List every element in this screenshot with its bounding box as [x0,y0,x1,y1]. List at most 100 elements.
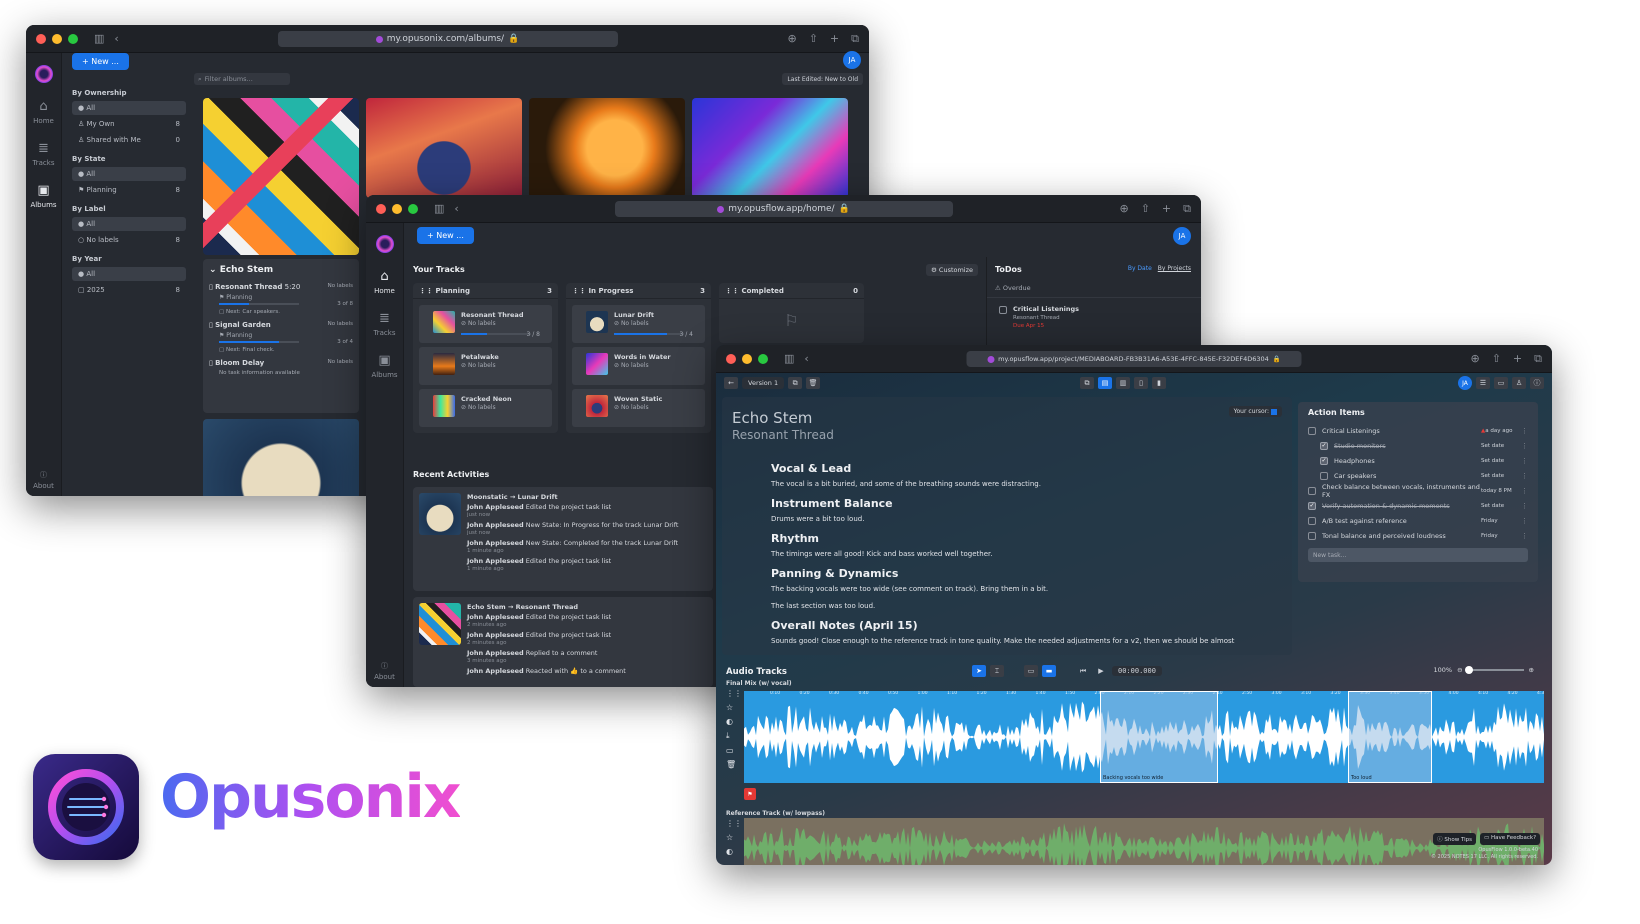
waveform-reference[interactable] [744,818,1544,865]
document-view-icon[interactable]: ▯ [1134,377,1148,389]
address-bar[interactable]: my.opusflow.app/home/🔒 [614,201,953,217]
sidebar-toggle-icon[interactable]: ▥ [94,32,104,45]
action-item-date[interactable]: Set date [1481,443,1521,449]
rail-albums[interactable]: ▣ Albums [371,353,397,379]
notes-editor[interactable]: Echo Stem Resonant Thread Your cursor: V… [722,397,1292,655]
star-icon[interactable]: ☆ [726,833,742,842]
minimize-window-button[interactable] [392,203,402,214]
download-icon[interactable]: ⊕ [1119,202,1128,216]
maximize-window-button[interactable] [408,203,418,214]
rail-about[interactable]: ⓘ About [33,470,54,490]
sidebar-toggle-icon[interactable]: ▥ [784,352,794,365]
app-logo-icon[interactable] [34,65,53,83]
avatar[interactable]: JA [843,51,861,69]
track-card[interactable]: Words in Water ⊘ No labels [572,347,705,385]
share-icon[interactable]: ⇧ [1141,202,1150,216]
filter-ownership-shared[interactable]: ♙ Shared with Me 0 [72,133,186,147]
people-icon[interactable]: ♙ [1512,377,1526,389]
more-icon[interactable]: ⋮ [1521,487,1528,495]
customize-button[interactable]: ⚙ Customize [926,264,979,276]
filter-ownership-mine[interactable]: ♙ My Own 8 [72,117,186,131]
comment-icon[interactable]: ▭ [726,746,742,755]
track-card[interactable]: Cracked Neon ⊘ No labels [419,389,552,427]
filter-ownership-all[interactable]: ● All [72,101,186,115]
back-arrow-icon[interactable]: ← [724,377,738,389]
minimize-window-button[interactable] [742,353,752,364]
filter-year-all[interactable]: ● All [72,267,186,281]
track-card[interactable]: Lunar Drift ⊘ No labels 3 / 4 [572,305,705,343]
rail-home[interactable]: ⌂ Home [33,99,54,125]
new-tab-icon[interactable]: + [830,32,839,46]
album-art-3[interactable] [529,98,685,198]
action-item[interactable]: A/B test against reference Friday ⋮ [1308,513,1528,528]
play-icon[interactable]: ▶ [1094,665,1108,677]
more-icon[interactable]: ⋮ [1521,442,1528,450]
album-art-echo-stem[interactable] [203,98,359,255]
more-icon[interactable]: ⋮ [1521,532,1528,540]
maximize-window-button[interactable] [758,353,768,364]
by-date-tab[interactable]: By Date [1128,265,1152,272]
action-item-date[interactable]: Friday [1481,533,1521,539]
action-item[interactable]: Car speakers Set date ⋮ [1308,468,1528,483]
todo-item[interactable]: Critical Listenings Resonant Thread Due Ap… [999,305,1079,329]
back-icon[interactable]: ‹ [804,352,808,365]
list-icon[interactable]: ☰ [1476,377,1490,389]
album-art-moon[interactable] [203,419,359,496]
action-item[interactable]: ✓ Verify automation & dynamic moments Set … [1308,498,1528,513]
tabs-icon[interactable]: ⧉ [1534,352,1542,366]
action-item-checkbox[interactable] [1308,486,1316,495]
region-tool-icon[interactable]: ▬ [1042,665,1056,677]
action-item-checkbox[interactable]: ✓ [1320,456,1328,465]
action-item[interactable]: Tonal balance and perceived loudness Frid… [1308,528,1528,543]
marker-flag-icon[interactable]: ⚑ [744,788,756,800]
album-track-row[interactable]: ▯ Bloom Delay No labels No task informati… [209,359,353,376]
action-item-checkbox[interactable] [1308,426,1316,435]
delete-icon[interactable]: 🗑 [806,377,821,389]
more-icon[interactable]: ⋮ [1521,472,1528,480]
action-item-date[interactable]: Set date [1481,503,1521,509]
action-item-date[interactable]: ▲a day ago [1481,428,1521,434]
back-icon[interactable]: ‹ [454,202,458,215]
track-card[interactable]: Resonant Thread ⊘ No labels 3 / 8 [419,305,552,343]
address-bar[interactable]: my.opusflow.app/project/MEDIABOARD-FB3B3… [966,351,1302,367]
share-icon[interactable]: ⇧ [1492,352,1501,366]
versions-icon[interactable]: ⧉ [788,377,803,389]
drag-handle-icon[interactable]: ⋮⋮ [726,689,742,698]
action-item-date[interactable]: today 8 PM [1481,488,1521,494]
activity-card[interactable]: Moonstatic → Lunar Drift John Appleseed … [413,487,713,591]
new-task-input[interactable]: New task... [1308,548,1528,562]
minimize-window-button[interactable] [52,33,62,44]
new-tab-icon[interactable]: + [1162,202,1171,216]
rail-about[interactable]: ⓘ About [374,661,395,681]
filter-label-all[interactable]: ● All [72,217,186,231]
rail-albums[interactable]: ▣ Albums [30,183,56,209]
feedback-button[interactable]: ▭ Have Feedback? [1480,833,1540,845]
album-art-2[interactable] [366,98,522,198]
app-logo-icon[interactable] [375,235,394,253]
filter-albums-input[interactable]: ⌕ Filter albums... [194,73,290,85]
split-view-icon[interactable]: ▥ [1116,377,1130,389]
download-icon[interactable]: ⊕ [1470,352,1479,366]
comment-region[interactable]: Backing vocals too wide [1100,691,1218,783]
zoom-in-icon[interactable]: ⊕ [1529,666,1534,674]
sidebar-toggle-icon[interactable]: ▥ [434,202,444,215]
activity-card[interactable]: Echo Stem → Resonant Thread John Applese… [413,597,713,687]
close-window-button[interactable] [726,353,736,364]
action-item-checkbox[interactable] [1308,516,1316,525]
action-item-checkbox[interactable]: ✓ [1308,501,1316,510]
action-item[interactable]: Check balance between vocals, instrument… [1308,483,1528,499]
download-icon[interactable]: ⤓ [726,731,742,741]
zoom-out-icon[interactable]: ⊖ [1457,666,1462,674]
version-select[interactable]: Version 1 [742,377,785,389]
album-track-row[interactable]: ▯ Signal Garden No labels ⚑ Planning 3 of… [209,321,353,353]
filter-state-planning[interactable]: ⚑ Planning 8 [72,183,186,197]
action-item-checkbox[interactable] [1308,531,1316,540]
select-tool-icon[interactable]: ⌶ [990,665,1004,677]
maximize-window-button[interactable] [68,33,78,44]
palette-icon[interactable]: ◐ [726,717,742,726]
zoom-slider[interactable] [1464,666,1524,674]
star-icon[interactable]: ☆ [726,703,742,712]
skip-back-icon[interactable]: ⏮ [1076,665,1090,677]
cursor-tool-icon[interactable]: ➤ [972,665,986,677]
info-icon[interactable]: ⓘ [1530,377,1544,389]
